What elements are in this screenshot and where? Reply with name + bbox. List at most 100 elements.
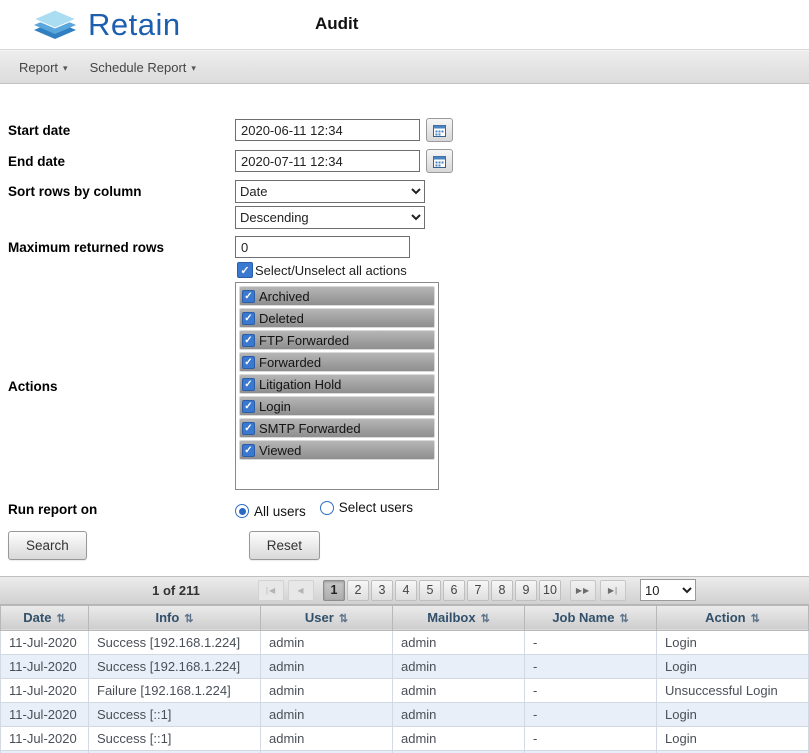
table-cell: 11-Jul-2020 [1, 702, 89, 726]
action-item-deleted[interactable]: ✓Deleted [239, 308, 435, 328]
table-cell: admin [261, 678, 393, 702]
table-cell: Failure [192.168.1.224] [89, 678, 261, 702]
end-date-input[interactable] [235, 150, 420, 172]
table-cell: 11-Jul-2020 [1, 678, 89, 702]
max-rows-row: Maximum returned rows [0, 236, 809, 258]
table-cell: admin [393, 654, 525, 678]
sort-column-row: Sort rows by column Date [0, 180, 809, 203]
rows-per-page-select[interactable]: 10 [640, 579, 696, 601]
checkbox-checked-icon: ✓ [242, 444, 255, 457]
table-cell: admin [261, 654, 393, 678]
table-cell: admin [261, 726, 393, 750]
column-header-job-name[interactable]: Job Name⇅ [525, 605, 657, 630]
table-cell: - [525, 654, 657, 678]
page-button-10[interactable]: 10 [539, 580, 561, 601]
table-cell: - [525, 702, 657, 726]
table-row[interactable]: 11-Jul-2020Success [::1]adminadmin-Login [1, 726, 809, 750]
page-title: Audit [315, 14, 358, 34]
start-date-input[interactable] [235, 119, 420, 141]
sort-icon: ⇅ [481, 613, 490, 625]
select-all-row: ✓ Select/Unselect all actions [0, 262, 809, 278]
page-button-9[interactable]: 9 [515, 580, 537, 601]
end-date-calendar-button[interactable] [426, 149, 453, 173]
table-cell: admin [393, 726, 525, 750]
menu-item-schedule-report[interactable]: Schedule Report▾ [79, 51, 207, 83]
last-page-icon: ▶| [608, 586, 618, 595]
table-cell: Success [192.168.1.224] [89, 630, 261, 654]
next-page-button[interactable]: ▶▶ [570, 580, 596, 601]
column-header-mailbox[interactable]: Mailbox⇅ [393, 605, 525, 630]
page-button-6[interactable]: 6 [443, 580, 465, 601]
sort-icon: ⇅ [619, 613, 628, 625]
table-cell: Login [657, 630, 809, 654]
end-date-label: End date [0, 154, 235, 169]
table-row[interactable]: 11-Jul-2020Success [::1]adminadmin-Login [1, 702, 809, 726]
checkbox-checked-icon: ✓ [242, 378, 255, 391]
table-cell: admin [393, 678, 525, 702]
radio-all-users[interactable]: All users [235, 504, 306, 519]
menu-item-report[interactable]: Report▾ [8, 51, 79, 83]
action-item-litigation-hold[interactable]: ✓Litigation Hold [239, 374, 435, 394]
page-button-3[interactable]: 3 [371, 580, 393, 601]
table-cell: 11-Jul-2020 [1, 726, 89, 750]
table-cell: Login [657, 726, 809, 750]
action-item-ftp-forwarded[interactable]: ✓FTP Forwarded [239, 330, 435, 350]
logo-text: Retain [88, 7, 181, 43]
reset-button[interactable]: Reset [249, 531, 320, 560]
page-button-5[interactable]: 5 [419, 580, 441, 601]
report-form: Start date End date [0, 84, 809, 560]
radio-select-users[interactable]: Select users [320, 500, 413, 515]
action-item-login[interactable]: ✓Login [239, 396, 435, 416]
action-item-forwarded[interactable]: ✓Forwarded [239, 352, 435, 372]
page-button-7[interactable]: 7 [467, 580, 489, 601]
column-header-action[interactable]: Action⇅ [657, 605, 809, 630]
column-header-date[interactable]: Date⇅ [1, 605, 89, 630]
table-row[interactable]: 11-Jul-2020Success [192.168.1.224]admina… [1, 630, 809, 654]
table-cell: admin [393, 702, 525, 726]
action-item-smtp-forwarded[interactable]: ✓SMTP Forwarded [239, 418, 435, 438]
table-cell: 11-Jul-2020 [1, 630, 89, 654]
table-header-row: Date⇅Info⇅User⇅Mailbox⇅Job Name⇅Action⇅ [1, 605, 809, 630]
max-rows-input[interactable] [235, 236, 410, 258]
page-button-4[interactable]: 4 [395, 580, 417, 601]
column-header-user[interactable]: User⇅ [261, 605, 393, 630]
retain-logo-icon [30, 7, 80, 43]
retain-logo: Retain [30, 7, 181, 43]
app-header: Retain Audit [0, 0, 809, 50]
checkbox-checked-icon: ✓ [242, 400, 255, 413]
table-cell: Success [::1] [89, 726, 261, 750]
search-button[interactable]: Search [8, 531, 87, 560]
run-report-row: Run report on All users Select users [0, 500, 809, 519]
max-rows-label: Maximum returned rows [0, 240, 235, 255]
next-page-icon: ▶▶ [576, 586, 590, 595]
sort-direction-select[interactable]: Descending [235, 206, 425, 229]
page-button-8[interactable]: 8 [491, 580, 513, 601]
column-header-info[interactable]: Info⇅ [89, 605, 261, 630]
table-cell: 11-Jul-2020 [1, 654, 89, 678]
paginator: 1 of 211 |◀ ◀ 12345678910 ▶▶ ▶| 10 [0, 576, 809, 605]
action-item-archived[interactable]: ✓Archived [239, 286, 435, 306]
sort-column-select[interactable]: Date [235, 180, 425, 203]
sort-direction-row: Descending [0, 206, 809, 229]
action-item-viewed[interactable]: ✓Viewed [239, 440, 435, 460]
actions-label: Actions [0, 379, 235, 394]
sort-label: Sort rows by column [0, 184, 235, 199]
table-row[interactable]: 11-Jul-2020Success [192.168.1.224]admina… [1, 654, 809, 678]
calendar-icon [433, 155, 446, 168]
run-report-label: Run report on [0, 502, 235, 517]
paginator-current: 1 of 211 [0, 583, 352, 598]
checkbox-checked-icon: ✓ [242, 290, 255, 303]
end-date-row: End date [0, 149, 809, 173]
checkbox-checked-icon: ✓ [242, 422, 255, 435]
radio-selected-icon [235, 504, 249, 518]
checkbox-checked-icon: ✓ [242, 312, 255, 325]
last-page-button[interactable]: ▶| [600, 580, 626, 601]
table-row[interactable]: 11-Jul-2020Failure [192.168.1.224]admina… [1, 678, 809, 702]
sort-icon: ⇅ [184, 613, 193, 625]
start-date-calendar-button[interactable] [426, 118, 453, 142]
table-cell: Success [::1] [89, 702, 261, 726]
select-all-checkbox[interactable]: ✓ [237, 262, 253, 278]
table-cell: admin [261, 630, 393, 654]
table-cell: Success [192.168.1.224] [89, 654, 261, 678]
sort-icon: ⇅ [751, 613, 760, 625]
